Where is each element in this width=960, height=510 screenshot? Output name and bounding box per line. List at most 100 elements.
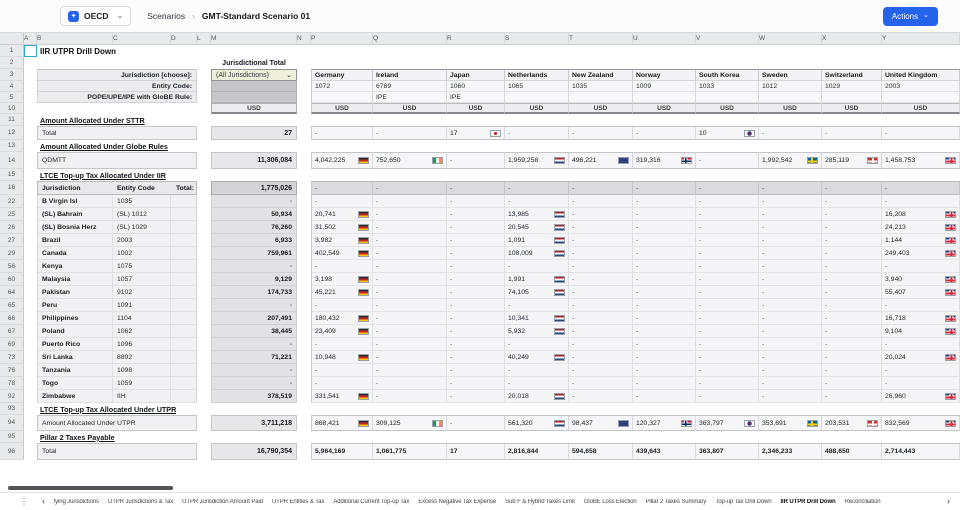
- cell-S-73[interactable]: 40,249: [505, 351, 569, 364]
- cell-X-78[interactable]: -: [822, 377, 882, 390]
- cell-P-3[interactable]: Germany: [311, 69, 373, 81]
- cell-C-67[interactable]: 1062: [113, 325, 171, 338]
- cell-S-10[interactable]: USD: [505, 103, 569, 114]
- cell-M-14[interactable]: 11,306,084: [211, 152, 297, 169]
- cell-U-64[interactable]: -: [633, 286, 696, 299]
- cell-S-14[interactable]: 1,959,258: [505, 152, 569, 169]
- cell-V-27[interactable]: -: [696, 234, 759, 247]
- row-header-73[interactable]: 73: [0, 351, 24, 364]
- cell-R-73[interactable]: -: [447, 351, 505, 364]
- cell-W-96[interactable]: 2,346,233: [759, 443, 822, 460]
- row-header-2[interactable]: 2: [0, 57, 24, 69]
- cell-U-69[interactable]: -: [633, 338, 696, 351]
- cell-Y-73[interactable]: 20,024: [882, 351, 960, 364]
- row-header-5[interactable]: 5: [0, 92, 24, 103]
- cell-M-16[interactable]: 1,775,026: [211, 181, 297, 195]
- cell-T-3[interactable]: New Zealand: [569, 69, 633, 81]
- cell-B-96[interactable]: Total: [37, 443, 197, 460]
- cell-U-67[interactable]: -: [633, 325, 696, 338]
- cell-X-25[interactable]: -: [822, 208, 882, 221]
- col-header-P[interactable]: P: [311, 33, 373, 44]
- cell-C-73[interactable]: 8892: [113, 351, 171, 364]
- cell-Q-26[interactable]: -: [373, 221, 447, 234]
- sheet-tab-qualifying-jurisdictions[interactable]: Qualifying Jurisdictions: [54, 499, 99, 505]
- cell-B-65[interactable]: Peru: [37, 299, 113, 312]
- cell-X-64[interactable]: -: [822, 286, 882, 299]
- cell-C-26[interactable]: (SL) 1029: [113, 221, 171, 234]
- cell-X-12[interactable]: -: [822, 126, 882, 140]
- cell-B-92[interactable]: Zimbabwe: [37, 390, 113, 403]
- cell-C-64[interactable]: 9102: [113, 286, 171, 299]
- col-header-M[interactable]: M: [211, 33, 297, 44]
- cell-R-78[interactable]: -: [447, 377, 505, 390]
- cell-T-12[interactable]: -: [569, 126, 633, 140]
- cell-V-92[interactable]: -: [696, 390, 759, 403]
- cell-P-66[interactable]: 180,432: [311, 312, 373, 325]
- sheet-tab-iir-utpr-drill-down[interactable]: IIR UTPR Drill Down: [780, 499, 835, 505]
- cell-S-69[interactable]: -: [505, 338, 569, 351]
- sheet-tab-top-up-tax-drill-down[interactable]: Top-up Tax Drill Down: [715, 499, 771, 505]
- cell-X-96[interactable]: 488,650: [822, 443, 882, 460]
- cell-X-94[interactable]: 203,531: [822, 415, 882, 431]
- cell-Y-10[interactable]: USD: [882, 103, 960, 114]
- cell-P-29[interactable]: 402,549: [311, 247, 373, 260]
- cell-Y-16[interactable]: -: [882, 181, 960, 195]
- cell-V-25[interactable]: -: [696, 208, 759, 221]
- cell-U-26[interactable]: -: [633, 221, 696, 234]
- cell-W-56[interactable]: -: [759, 260, 822, 273]
- cell-U-3[interactable]: Norway: [633, 69, 696, 81]
- cell-C-22[interactable]: 1035: [113, 195, 171, 208]
- cell-D-16[interactable]: Total:: [171, 181, 197, 195]
- cell-C-29[interactable]: 1002: [113, 247, 171, 260]
- cell-D-27[interactable]: [171, 234, 197, 247]
- cell-B-29[interactable]: Canada: [37, 247, 113, 260]
- cell-M-65[interactable]: -: [211, 299, 297, 312]
- cell-Y-27[interactable]: 1,144: [882, 234, 960, 247]
- cell-M-67[interactable]: 38,445: [211, 325, 297, 338]
- cell-U-22[interactable]: -: [633, 195, 696, 208]
- row-header-95[interactable]: 95: [0, 431, 24, 443]
- cell-V-60[interactable]: -: [696, 273, 759, 286]
- sheet-tab-utpr-jurisdiction-amount-paid[interactable]: UTPR Jurisdiction Amount Paid: [182, 499, 263, 505]
- cell-P-16[interactable]: -: [311, 181, 373, 195]
- row-header-12[interactable]: 12: [0, 126, 24, 140]
- cell-B-78[interactable]: Togo: [37, 377, 113, 390]
- cell-B-12[interactable]: Total: [37, 126, 197, 140]
- cell-Y-69[interactable]: -: [882, 338, 960, 351]
- cell-R-22[interactable]: -: [447, 195, 505, 208]
- cell-D-65[interactable]: [171, 299, 197, 312]
- cell-R-26[interactable]: -: [447, 221, 505, 234]
- cell-T-65[interactable]: -: [569, 299, 633, 312]
- cell-W-73[interactable]: -: [759, 351, 822, 364]
- cell-Q-5[interactable]: IPE: [373, 92, 447, 103]
- cell-T-92[interactable]: -: [569, 390, 633, 403]
- cell-S-66[interactable]: 10,341: [505, 312, 569, 325]
- cell-V-3[interactable]: South Korea: [696, 69, 759, 81]
- cell-D-26[interactable]: [171, 221, 197, 234]
- cell-V-65[interactable]: -: [696, 299, 759, 312]
- cell-R-92[interactable]: -: [447, 390, 505, 403]
- cell-W-27[interactable]: -: [759, 234, 822, 247]
- row-header-76[interactable]: 76: [0, 364, 24, 377]
- cell-P-64[interactable]: 45,221: [311, 286, 373, 299]
- cell-Y-78[interactable]: -: [882, 377, 960, 390]
- cell-S-76[interactable]: -: [505, 364, 569, 377]
- col-header-N[interactable]: N: [297, 33, 311, 44]
- cell-T-96[interactable]: 594,658: [569, 443, 633, 460]
- col-header-T[interactable]: T: [569, 33, 633, 44]
- cell-M-76[interactable]: -: [211, 364, 297, 377]
- cell-C-69[interactable]: 1096: [113, 338, 171, 351]
- cell-Q-78[interactable]: -: [373, 377, 447, 390]
- cell-B-56[interactable]: Kenya: [37, 260, 113, 273]
- col-header-V[interactable]: V: [696, 33, 759, 44]
- cell-U-94[interactable]: 120,327: [633, 415, 696, 431]
- cell-S-94[interactable]: 561,320: [505, 415, 569, 431]
- cell-S-4[interactable]: 1065: [505, 81, 569, 92]
- row-header-25[interactable]: 25: [0, 208, 24, 221]
- cell-B-60[interactable]: Malaysia: [37, 273, 113, 286]
- cell-B-64[interactable]: Pakistan: [37, 286, 113, 299]
- row-header-13[interactable]: 13: [0, 140, 24, 152]
- cell-P-26[interactable]: 31,502: [311, 221, 373, 234]
- col-header-Q[interactable]: Q: [373, 33, 447, 44]
- cell-Q-12[interactable]: -: [373, 126, 447, 140]
